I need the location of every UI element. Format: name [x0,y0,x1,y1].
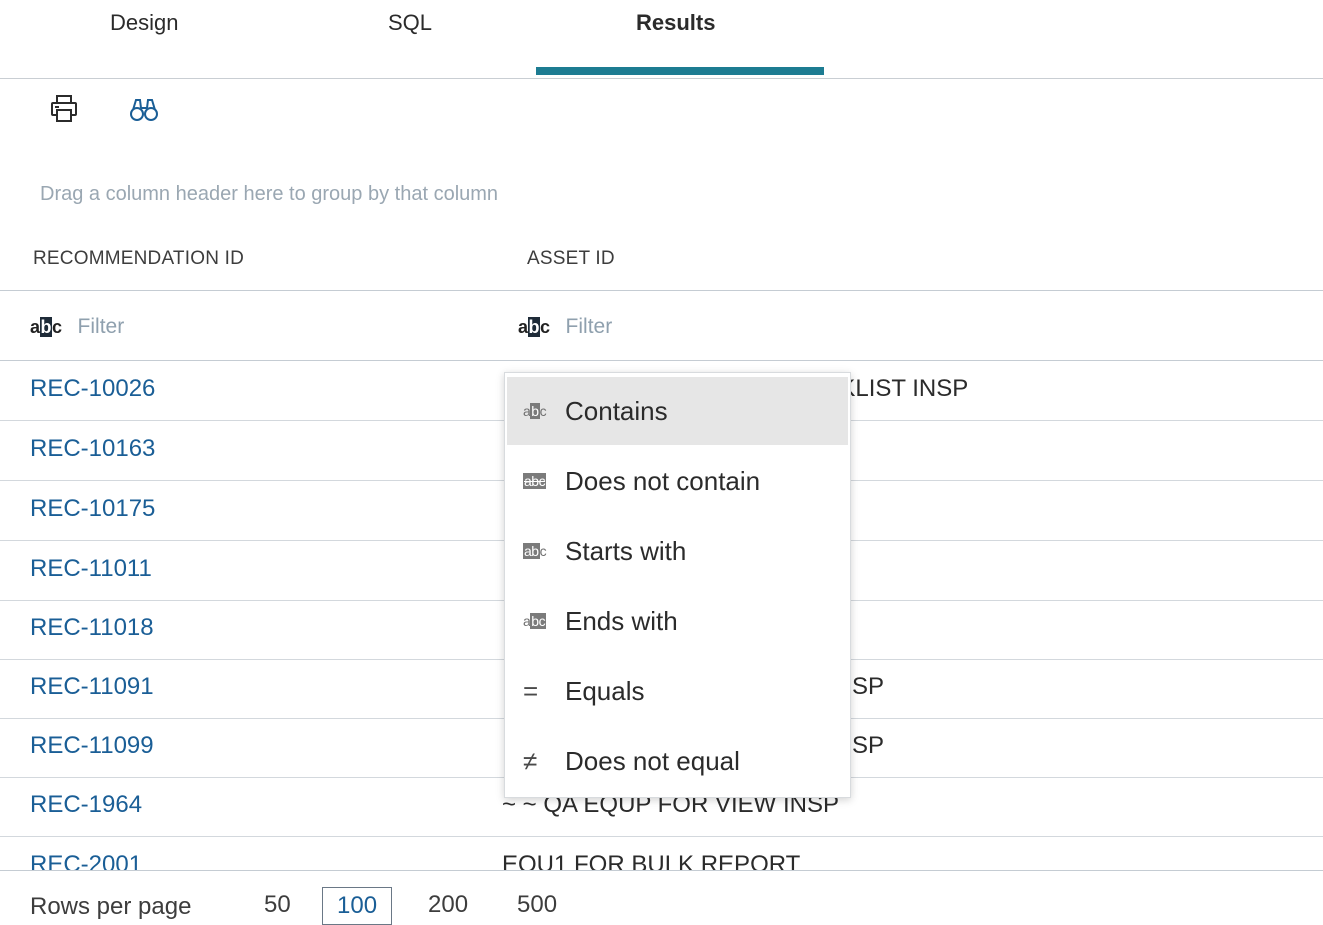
equals-icon: = [523,675,539,706]
menu-item-does-not-equal[interactable]: ≠ Does not equal [507,727,848,795]
menu-item-does-not-contain[interactable]: abc Does not contain [507,447,848,515]
not-equal-icon: ≠ [523,745,538,776]
menu-item-label: Equals [565,675,645,706]
starts-with-icon: abc [523,543,547,559]
rows-per-page-option-50[interactable]: 50 [250,887,305,923]
filter-operator-icon[interactable]: abc [518,316,550,338]
recommendation-id-link[interactable]: REC-10163 [30,435,155,463]
column-header-recommendation-id[interactable]: RECOMMENDATION ID [33,248,244,270]
filter-operator-menu: abc Contains abc Does not contain abc St… [504,372,851,798]
rows-per-page-option-100[interactable]: 100 [322,887,393,925]
tab-results[interactable]: Results [636,10,715,36]
tab-design[interactable]: Design [110,10,178,36]
pagination-bar: Rows per page 50 100 200 500 [0,870,1323,925]
recommendation-id-link[interactable]: REC-11099 [30,732,154,760]
recommendation-id-link[interactable]: REC-10175 [30,495,155,523]
asset-id-cell: SP [852,732,885,759]
recommendation-id-link[interactable]: REC-11091 [30,673,154,701]
rows-per-page-option-200[interactable]: 200 [414,887,482,923]
recommendation-id-link[interactable]: REC-11018 [30,614,154,642]
binoculars-icon[interactable] [126,92,162,126]
menu-item-contains[interactable]: abc Contains [507,377,848,445]
menu-item-label: Does not contain [565,465,761,496]
rows-per-page-label: Rows per page [30,893,192,920]
recommendation-id-link[interactable]: REC-10026 [30,375,155,403]
group-by-drop-zone[interactable]: Drag a column header here to group by th… [40,183,498,206]
filter-cell-asset-id: abc [518,310,788,344]
header-divider [0,290,1323,291]
asset-id-cell: SP [852,673,885,700]
menu-item-label: Does not equal [565,745,740,776]
tab-bar: Design SQL Results [0,0,1323,79]
menu-item-label: Ends with [565,605,678,636]
menu-item-label: Contains [565,395,668,426]
recommendation-id-link[interactable]: REC-11011 [30,555,152,583]
rows-per-page-option-500[interactable]: 500 [503,887,571,923]
menu-item-ends-with[interactable]: abc Ends with [507,587,848,655]
ends-with-icon: abc [523,613,547,629]
filter-input-recommendation-id[interactable] [75,314,300,340]
column-header-asset-id[interactable]: ASSET ID [527,248,615,270]
does-not-contain-icon: abc [523,473,547,489]
menu-item-starts-with[interactable]: abc Starts with [507,517,848,585]
filter-cell-recommendation-id: abc [30,310,300,344]
filter-operator-icon[interactable]: abc [30,316,62,338]
active-tab-indicator [536,67,824,75]
menu-item-label: Starts with [565,535,687,566]
recommendation-id-link[interactable]: REC-1964 [30,791,142,819]
contains-icon: abc [523,403,547,419]
print-icon[interactable] [46,92,82,126]
menu-item-equals[interactable]: = Equals [507,657,848,725]
tab-sql[interactable]: SQL [388,10,432,36]
filter-input-asset-id[interactable] [563,314,788,340]
